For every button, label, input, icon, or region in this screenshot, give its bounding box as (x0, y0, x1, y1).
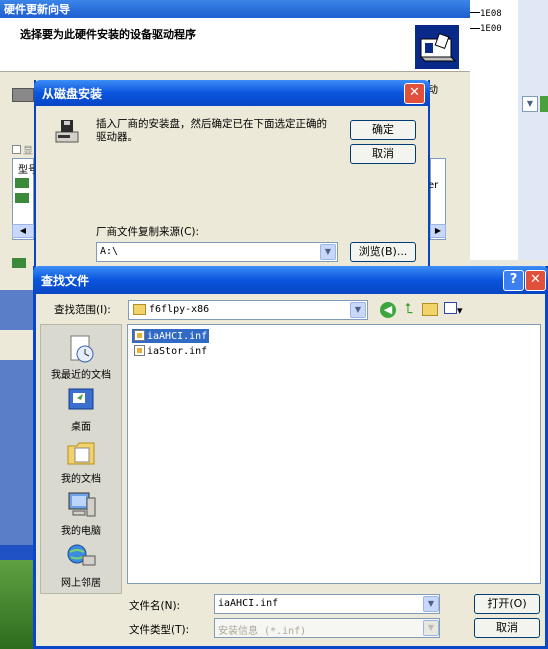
place-label: 网上邻居 (61, 578, 101, 589)
place-label: 桌面 (71, 422, 91, 433)
install-message: 插入厂商的安装盘，然后确定已在下面选定正确的驱动器。 (96, 118, 327, 143)
disk-drive-icon (52, 118, 82, 148)
background-window-fragment (0, 330, 36, 360)
file-name-value: iaAHCI.inf (218, 598, 279, 609)
place-label: 我最近的文档 (51, 370, 111, 381)
new-folder-icon[interactable] (422, 303, 438, 316)
find-file-title: 查找文件 (33, 266, 548, 294)
back-icon[interactable]: ◀ (380, 302, 396, 318)
place-my-documents[interactable]: 我的文档 (40, 438, 122, 485)
copy-from-label: 厂商文件复制来源(C): (96, 226, 200, 238)
file-type-combobox[interactable]: 安装信息 (*.inf) (214, 618, 440, 638)
hex-label: 1E00 (480, 24, 502, 34)
scroll-right-button[interactable]: ▶ (430, 224, 446, 238)
wizard-partial-label: 显 (12, 142, 33, 157)
place-label: 我的电脑 (61, 526, 101, 537)
background-window-strip (518, 0, 548, 260)
file-name-label: 文件名(N): (129, 600, 181, 612)
my-documents-icon (65, 438, 97, 468)
place-recent-documents[interactable]: 我最近的文档 (40, 334, 122, 381)
place-label: 我的文档 (61, 474, 101, 485)
copy-from-value: A:\ (100, 246, 119, 257)
chevron-down-icon[interactable]: ▼ (522, 96, 538, 112)
green-button-fragment[interactable] (540, 96, 548, 112)
desktop-icon (65, 386, 97, 416)
up-one-level-icon[interactable]: ⮤ (401, 301, 417, 318)
file-item[interactable]: iaStor.inf (132, 344, 209, 358)
wizard-heading: 选择要为此硬件安装的设备驱动程序 (20, 28, 196, 41)
open-button[interactable]: 打开(O) (474, 594, 540, 614)
place-my-computer[interactable]: 我的电脑 (40, 490, 122, 537)
file-item[interactable]: iaAHCI.inf (132, 329, 210, 343)
inf-file-icon (134, 330, 145, 341)
chevron-down-icon[interactable]: ▼ (423, 620, 439, 636)
browse-button[interactable]: 浏览(B)... (350, 242, 416, 262)
recent-documents-icon (65, 334, 97, 364)
tick-mark (470, 28, 480, 29)
desktop-wallpaper (0, 560, 36, 649)
file-list[interactable]: iaAHCI.inf iaStor.inf (127, 324, 541, 584)
hex-label: 1E08 (480, 9, 502, 19)
cancel-button[interactable]: 取消 (350, 144, 416, 164)
network-places-icon (65, 542, 97, 572)
inf-file-icon (134, 345, 145, 356)
place-network-places[interactable]: 网上邻居 (40, 542, 122, 589)
look-in-value: f6flpy-x86 (149, 304, 210, 315)
file-type-label: 文件类型(T): (129, 624, 190, 636)
chevron-down-icon[interactable]: ▼ (350, 302, 366, 318)
wizard-title: 硬件更新向导 (0, 0, 470, 18)
partial-checkbox-label: 显 (23, 146, 33, 157)
scroll-left-button[interactable]: ◀ (12, 224, 34, 238)
file-name: iaAHCI.inf (147, 331, 208, 342)
chevron-down-icon[interactable]: ▼ (320, 244, 336, 260)
view-menu-icon[interactable]: ▾ (444, 302, 466, 318)
driver-icon (15, 193, 29, 203)
printer-icon (12, 88, 34, 102)
install-from-disk-title: 从磁盘安装 (34, 80, 430, 106)
place-desktop[interactable]: 桌面 (40, 386, 122, 433)
chevron-down-icon[interactable]: ▼ (423, 596, 439, 612)
close-button[interactable]: ✕ (525, 270, 546, 291)
file-name-combobox[interactable]: iaAHCI.inf (214, 594, 440, 614)
ok-button[interactable]: 确定 (350, 120, 416, 140)
close-button[interactable]: ✕ (404, 83, 425, 104)
copy-from-combobox[interactable]: A:\ (96, 242, 338, 262)
look-in-label: 查找范围(I): (54, 304, 111, 316)
my-computer-icon (65, 490, 97, 520)
places-container: 我最近的文档 桌面 我的文档 我的电脑 网上邻居 (40, 324, 122, 594)
driver-signed-icon (12, 258, 26, 268)
file-name: iaStor.inf (147, 346, 208, 357)
hardware-wizard-logo-icon (414, 24, 460, 70)
cancel-button[interactable]: 取消 (474, 618, 540, 638)
folder-icon (133, 304, 146, 315)
file-type-value: 安装信息 (*.inf) (218, 626, 307, 637)
look-in-combobox[interactable]: f6flpy-x86 (128, 300, 368, 320)
checkbox-icon[interactable] (12, 145, 21, 154)
help-button[interactable]: ? (503, 270, 524, 291)
driver-icon (15, 178, 29, 188)
tick-mark (470, 12, 480, 13)
